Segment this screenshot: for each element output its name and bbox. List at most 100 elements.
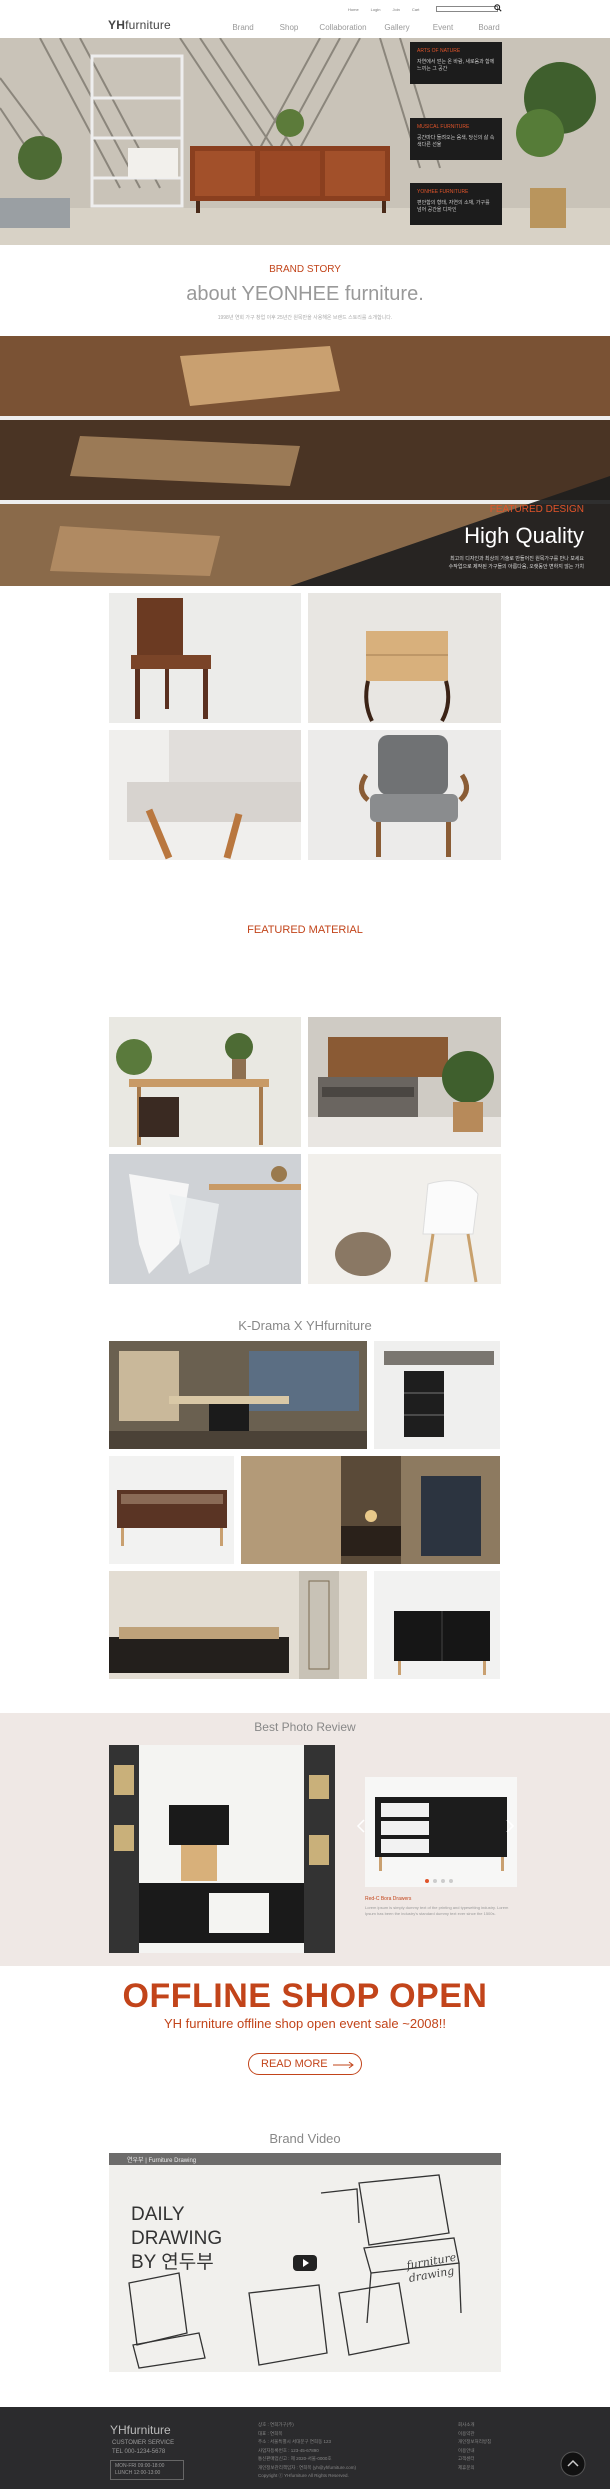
footer-info-line: 사업자등록번호 : 123-45-67890 — [258, 2447, 319, 2453]
review-product-image[interactable] — [365, 1777, 517, 1887]
kdrama-tile-office[interactable] — [109, 1341, 367, 1449]
footer-hours-1: MON-FRI 09:00-18:00 — [115, 2463, 165, 2469]
page: { "header": { "logo_prefix": "YH", "logo… — [0, 0, 610, 2489]
util-link-home[interactable]: Home — [348, 7, 359, 12]
util-link-login[interactable]: Login — [371, 7, 381, 12]
lounge-chair-image — [127, 730, 301, 860]
design-tile-side-table[interactable] — [308, 593, 501, 723]
footer-info-line: 통신판매업신고 : 제 2020-서울-0000호 — [258, 2456, 332, 2461]
util-link-join[interactable]: Join — [392, 7, 399, 12]
main-nav: Brand Shop Collaboration Gallery Event B… — [220, 23, 512, 32]
video-text-daily: DAILY — [131, 2204, 185, 2225]
footer-link[interactable]: 고객센터 — [458, 2455, 491, 2464]
kdrama-tile-living[interactable] — [109, 1571, 367, 1679]
carousel-next-arrow-icon[interactable] — [505, 1819, 515, 1833]
offline-shop-subtitle: YH furniture offline shop open event sal… — [164, 2016, 446, 2031]
offline-shop-title: OFFLINE SHOP OPEN — [122, 1977, 488, 2015]
material-tile-desk[interactable] — [109, 1017, 301, 1147]
footer-info-line: 개인정보관리책임자 : 연희목 (yh@yhfurniture.com) — [258, 2464, 357, 2470]
footer-info-line: 대표 : 연희목 — [258, 2430, 283, 2436]
kdrama-tile-sideboard[interactable] — [109, 1456, 234, 1564]
kdrama-tile-dresser[interactable] — [374, 1571, 500, 1679]
review-shelf-image — [109, 1745, 335, 1953]
footer-links: 회사소개 이용약관 개인정보처리방침 이용안내 고객센터 제휴문의 — [458, 2421, 491, 2472]
review-carousel: Red-C Bora Drawers Lorem ipsum is simply… — [365, 1777, 517, 1947]
design-tile-chair[interactable] — [109, 593, 301, 723]
hero-panel-yonhee[interactable]: YONHEE FURNITURE 편안함의 형태, 자연의 소재, 가구를 넘어… — [410, 183, 502, 225]
nav-shop[interactable]: Shop — [266, 23, 312, 32]
footer-link[interactable]: 이용안내 — [458, 2447, 491, 2456]
utility-links: Home Login Join Cart — [348, 7, 419, 12]
desk-plant-image — [109, 1017, 301, 1147]
dresser-image — [374, 1571, 500, 1679]
side-table-image — [364, 631, 451, 722]
brand-story-title: about YEONHEE furniture. — [186, 283, 424, 305]
site-footer: YHfurniture CUSTOMER SERVICE TEL 000-123… — [0, 2407, 610, 2489]
read-more-label: READ MORE — [261, 2058, 328, 2070]
video-text-drawing: DRAWING — [131, 2228, 223, 2249]
nav-collaboration[interactable]: Collaboration — [312, 23, 374, 32]
best-review-section: Best Photo Review Red-C Bora Drawers Lor… — [0, 1713, 610, 1966]
brand-story-label: BRAND STORY — [269, 264, 341, 275]
material-tile-textiles[interactable] — [308, 1017, 501, 1147]
video-text-by: BY 연두부 — [131, 2252, 214, 2273]
featured-design-label: FEATURED DESIGN — [489, 504, 584, 515]
lobby-scene-image — [241, 1456, 500, 1564]
office-scene-image — [109, 1341, 367, 1449]
walnut-chair-image — [131, 598, 211, 719]
review-main-photo[interactable] — [109, 1745, 335, 1953]
black-cabinet-image — [374, 1341, 500, 1449]
footer-link[interactable]: 제휴문의 — [458, 2464, 491, 2473]
footer-company-info: 상호 : 연희가구(주) 대표 : 연희목 주소 : 서울특별시 서대문구 연희… — [258, 2421, 356, 2481]
search-icon[interactable] — [494, 4, 502, 12]
white-chair-image — [109, 1154, 301, 1284]
nav-board[interactable]: Board — [466, 23, 512, 32]
footer-link[interactable]: 이용약관 — [458, 2430, 491, 2439]
search-input[interactable] — [436, 6, 498, 12]
footer-link[interactable]: 개인정보처리방침 — [458, 2438, 491, 2447]
basket-chair-image — [308, 1154, 501, 1284]
featured-design-text: FEATURED DESIGN High Quality 최고의 디자인과 최상… — [449, 504, 584, 571]
featured-design-desc-1: 최고의 디자인과 최상의 기술로 만들어진 원목가구를 만나 보세요 — [450, 556, 584, 562]
play-button-icon[interactable] — [293, 2255, 317, 2271]
review-product-name: Red-C Bora Drawers — [365, 1896, 412, 1902]
kdrama-tile-cabinet[interactable] — [374, 1341, 500, 1449]
featured-design-desc-2: 수작업으로 제작된 가구들의 아름다움, 오랫동안 변하지 않는 가치 — [448, 564, 584, 570]
design-tile-lounge-chair[interactable] — [109, 730, 301, 860]
review-product-desc: Lorem ipsum is simply dummy text of the … — [365, 1905, 509, 1916]
site-logo[interactable]: YHfurniture — [108, 18, 171, 32]
footer-logo[interactable]: YHfurniture — [110, 2423, 171, 2437]
hero-panel-musical[interactable]: MUSICAL FURNITURE 공간마다 들려오는 음색, 당신의 삶 속 … — [410, 118, 502, 160]
material-tile-white-chair[interactable] — [109, 1154, 301, 1284]
brand-video-title: Brand Video — [269, 2131, 341, 2146]
site-header: YHfurniture Home Login Join Cart Brand S… — [0, 0, 610, 38]
hero-banner: ARTS OF NATURE 자연에서 얻는 온 바람, 새로움과 함께 느끼는… — [0, 38, 610, 245]
material-tile-basket[interactable] — [308, 1154, 501, 1284]
footer-link[interactable]: 회사소개 — [458, 2421, 491, 2430]
review-title: Best Photo Review — [254, 1720, 356, 1734]
footer-info-line: 상호 : 연희가구(주) — [258, 2422, 294, 2427]
arrow-right-icon — [333, 2061, 354, 2069]
read-more-button[interactable]: READ MORE — [248, 2053, 362, 2075]
living-scene-image — [109, 1571, 367, 1679]
design-tile-armchair[interactable] — [308, 730, 501, 860]
util-link-cart[interactable]: Cart — [412, 7, 420, 12]
footer-tel: TEL 000-1234-5678 — [112, 2449, 166, 2455]
carousel-prev-arrow-icon[interactable] — [356, 1819, 366, 1833]
brand-story-note: 1998년 연희 가구 창업 이후 25년간 원목만을 사용해온 브랜드 스토리… — [217, 315, 393, 321]
hero-panel-nature[interactable]: ARTS OF NATURE 자연에서 얻는 온 바람, 새로움과 함께 느끼는… — [410, 42, 502, 84]
footer-hours-2: LUNCH 12:00-13:00 — [115, 2470, 161, 2476]
textiles-image — [308, 1017, 501, 1147]
featured-design-banner: FEATURED DESIGN High Quality 최고의 디자인과 최상… — [0, 336, 610, 586]
nav-brand[interactable]: Brand — [220, 23, 266, 32]
nav-gallery[interactable]: Gallery — [374, 23, 420, 32]
scroll-top-icon[interactable] — [560, 2451, 586, 2477]
hero-room-image — [0, 38, 610, 245]
gray-armchair-image — [359, 735, 469, 857]
featured-design-title: High Quality — [464, 523, 584, 548]
footer-info-line: 주소 : 서울특별시 서대문구 연희동 123 — [258, 2439, 331, 2444]
kdrama-tile-lobby[interactable] — [241, 1456, 500, 1564]
nav-event[interactable]: Event — [420, 23, 466, 32]
brand-video-player[interactable]: 연우부 | Furniture Drawing DAILY DRAWING BY… — [109, 2153, 501, 2372]
kdrama-title: K-Drama X YHfurniture — [238, 1318, 372, 1333]
